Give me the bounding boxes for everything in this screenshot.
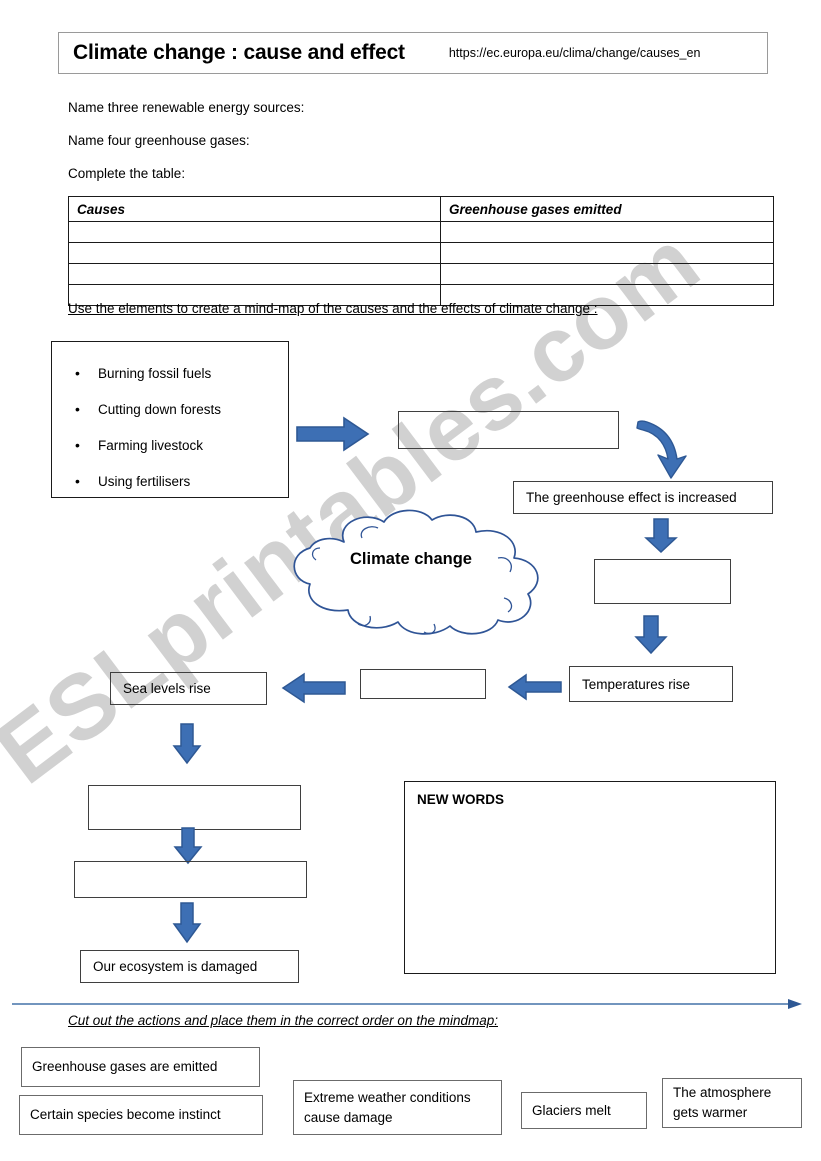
arrow-down-icon xyxy=(644,518,678,554)
table-cell-gas[interactable] xyxy=(440,221,774,243)
flow-box-empty-3[interactable] xyxy=(360,669,486,699)
flow-box-sea-levels-rise: Sea levels rise xyxy=(110,672,267,705)
section-divider-arrow xyxy=(12,999,802,1009)
flow-box-temperatures-rise: Temperatures rise xyxy=(569,666,733,702)
cut-out-instruction: Cut out the actions and place them in th… xyxy=(68,1013,498,1028)
new-words-label: NEW WORDS xyxy=(417,792,504,807)
table-header-causes: Causes xyxy=(68,196,441,222)
flow-box-sea-levels-rise-text: Sea levels rise xyxy=(123,681,211,696)
table-row xyxy=(68,242,774,264)
table-cell-gas[interactable] xyxy=(440,263,774,285)
arrow-down-icon xyxy=(172,902,202,944)
arrow-curved-icon xyxy=(636,420,687,479)
flow-box-temperatures-rise-text: Temperatures rise xyxy=(582,676,691,692)
list-item: Cutting down forests xyxy=(75,401,288,417)
cut-card-label: Certain species become instinct xyxy=(30,1107,221,1123)
cut-card[interactable]: Greenhouse gases are emitted xyxy=(21,1047,260,1087)
table-row xyxy=(68,221,774,243)
source-url: https://ec.europa.eu/clima/change/causes… xyxy=(448,46,701,60)
list-item: Using fertilisers xyxy=(75,473,288,489)
table-row xyxy=(68,263,774,285)
arrow-down-icon xyxy=(172,723,202,765)
flow-box-empty-5[interactable] xyxy=(74,861,307,898)
prompt-complete-table: Complete the table: xyxy=(68,166,186,181)
cloud-shape xyxy=(293,509,539,635)
cloud-label: Climate change xyxy=(350,550,472,568)
cut-card-label: Extreme weather conditions cause damage xyxy=(304,1089,471,1125)
flow-box-greenhouse-effect: The greenhouse effect is increased xyxy=(513,481,773,514)
arrow-down-icon xyxy=(173,827,203,865)
causes-list: Burning fossil fuels Cutting down forest… xyxy=(52,342,288,489)
list-item: Burning fossil fuels xyxy=(75,365,288,381)
table-cell-gas[interactable] xyxy=(440,242,774,264)
prompt-greenhouse-gases: Name four greenhouse gases: xyxy=(68,133,250,148)
worksheet-page: ESLprintables.com Climate change : cause… xyxy=(0,0,821,1161)
cut-card[interactable]: Extreme weather conditions cause damage xyxy=(293,1080,502,1135)
new-words-box[interactable]: NEW WORDS xyxy=(404,781,776,974)
table-header-gases: Greenhouse gases emitted xyxy=(440,196,774,222)
arrow-right-icon xyxy=(296,416,370,452)
prompt-renewable-energy: Name three renewable energy sources: xyxy=(68,100,305,115)
flow-box-empty-1[interactable] xyxy=(398,411,619,449)
flow-box-ecosystem-damaged: Our ecosystem is damaged xyxy=(80,950,299,983)
arrow-left-icon xyxy=(507,673,562,701)
causes-effects-table: Causes Greenhouse gases emitted xyxy=(68,196,774,306)
causes-list-box: Burning fossil fuels Cutting down forest… xyxy=(51,341,289,498)
page-title: Climate change : cause and effect xyxy=(73,41,405,64)
flow-box-ecosystem-damaged-text: Our ecosystem is damaged xyxy=(93,959,258,974)
flow-box-empty-4[interactable] xyxy=(88,785,301,830)
flow-box-empty-2[interactable] xyxy=(594,559,731,604)
arrow-down-icon xyxy=(634,615,668,655)
table-cell-cause[interactable] xyxy=(68,221,441,243)
cut-card[interactable]: Certain species become instinct xyxy=(19,1095,263,1135)
mindmap-instruction: Use the elements to create a mind-map of… xyxy=(68,301,598,316)
cut-card[interactable]: Glaciers melt xyxy=(521,1092,647,1129)
cut-card-label: Glaciers melt xyxy=(532,1102,611,1118)
table-header-row: Causes Greenhouse gases emitted xyxy=(68,196,774,222)
title-banner: Climate change : cause and effect https:… xyxy=(58,32,768,74)
list-item: Farming livestock xyxy=(75,437,288,453)
cut-card-label: Greenhouse gases are emitted xyxy=(32,1059,218,1075)
arrow-left-icon xyxy=(281,672,346,704)
table-cell-cause[interactable] xyxy=(68,242,441,264)
cut-card-label: The atmosphere gets warmer xyxy=(673,1085,772,1120)
flow-box-greenhouse-effect-text: The greenhouse effect is increased xyxy=(526,490,737,505)
cut-card[interactable]: The atmosphere gets warmer xyxy=(662,1078,802,1128)
table-cell-cause[interactable] xyxy=(68,263,441,285)
